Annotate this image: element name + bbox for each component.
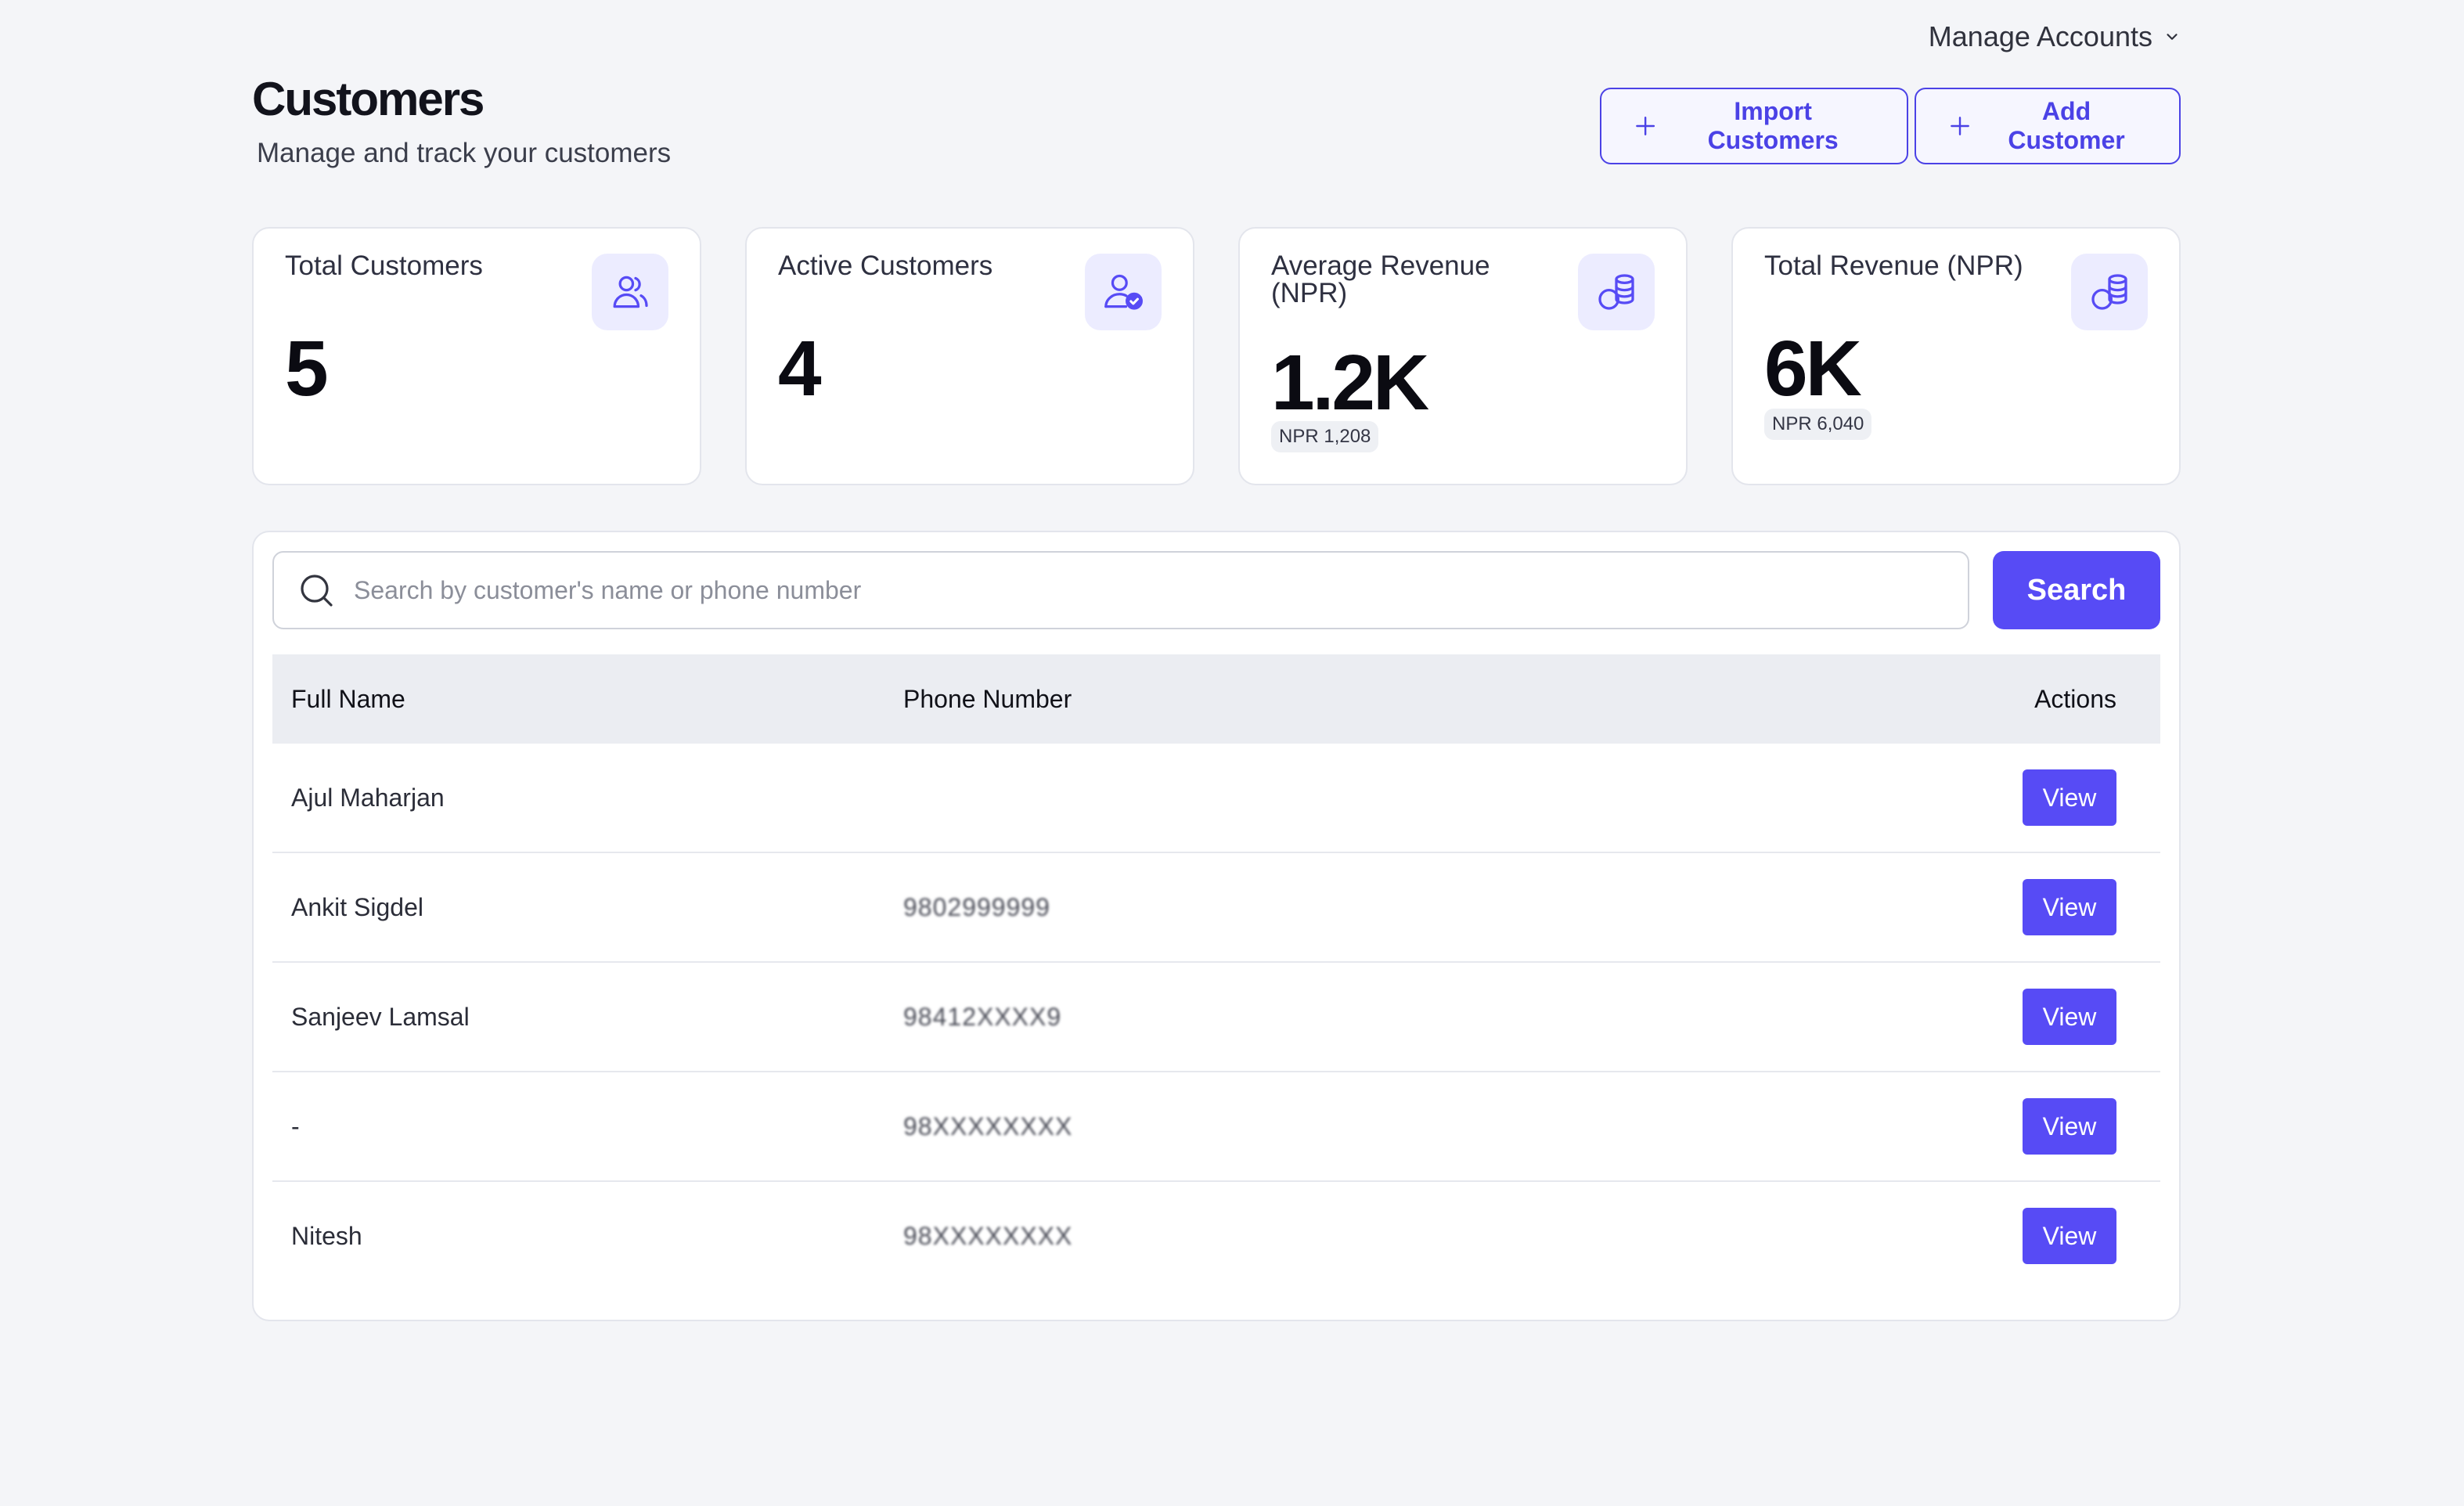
stat-sub-value: NPR 1,208 bbox=[1271, 421, 1379, 452]
stats-row: Total Customers 5 Active Customers 4 Ave… bbox=[252, 227, 2181, 485]
column-header-phone-number: Phone Number bbox=[903, 684, 1072, 713]
customer-phone: 9802999999 bbox=[903, 892, 1050, 921]
search-box bbox=[272, 551, 1969, 629]
stat-label: Total Customers bbox=[285, 250, 483, 281]
customer-phone: 98XXXXXXXX bbox=[903, 1111, 1073, 1140]
column-header-full-name: Full Name bbox=[291, 684, 405, 713]
users-icon bbox=[613, 276, 648, 308]
plus-icon bbox=[1951, 117, 1969, 135]
column-header-actions: Actions bbox=[2034, 684, 2116, 713]
manage-accounts-dropdown[interactable]: Manage Accounts bbox=[1929, 20, 2181, 53]
view-button[interactable]: View bbox=[2023, 1208, 2116, 1264]
stat-icon-box bbox=[1085, 254, 1162, 330]
stat-sub-value: NPR 6,040 bbox=[1764, 409, 1872, 440]
stat-value: 1.2K bbox=[1271, 339, 1429, 427]
chevron-down-icon bbox=[2167, 34, 2178, 40]
table-row: Nitesh 98XXXXXXXX View bbox=[272, 1182, 2160, 1290]
table-row: Ajul Maharjan View bbox=[272, 744, 2160, 853]
customer-name: Nitesh bbox=[291, 1221, 362, 1250]
stat-value: 5 bbox=[285, 325, 329, 413]
view-button[interactable]: View bbox=[2023, 989, 2116, 1045]
search-button[interactable]: Search bbox=[1993, 551, 2160, 629]
table-row: - 98XXXXXXXX View bbox=[272, 1072, 2160, 1182]
customer-name: Ankit Sigdel bbox=[291, 892, 423, 921]
table-row: Ankit Sigdel 9802999999 View bbox=[272, 853, 2160, 963]
view-button[interactable]: View bbox=[2023, 879, 2116, 935]
stat-value: 4 bbox=[778, 325, 822, 413]
stat-card-average-revenue: Average Revenue (NPR) 1.2K NPR 1,208 bbox=[1238, 227, 1688, 485]
stat-icon-box bbox=[1578, 254, 1655, 330]
stat-card-total-customers: Total Customers 5 bbox=[252, 227, 701, 485]
customer-phone: 98XXXXXXXX bbox=[903, 1221, 1073, 1250]
page-title: Customers bbox=[252, 73, 485, 125]
view-button[interactable]: View bbox=[2023, 769, 2116, 826]
customers-page: Manage Accounts Customers Manage and tra… bbox=[0, 0, 2464, 1506]
coins-icon bbox=[2091, 274, 2127, 310]
stat-label: Average Revenue (NPR) bbox=[1271, 250, 1490, 308]
stat-icon-box bbox=[592, 254, 668, 330]
add-customer-button[interactable]: Add Customer bbox=[1915, 88, 2181, 164]
stat-card-total-revenue: Total Revenue (NPR) 6K NPR 6,040 bbox=[1731, 227, 2181, 485]
import-customers-button[interactable]: Import Customers bbox=[1600, 88, 1908, 164]
customers-panel: Search Full Name Phone Number Actions Aj… bbox=[252, 531, 2181, 1321]
plus-icon bbox=[1636, 117, 1655, 135]
view-button[interactable]: View bbox=[2023, 1098, 2116, 1155]
table-header: Full Name Phone Number Actions bbox=[272, 654, 2160, 744]
search-icon bbox=[301, 575, 333, 607]
stat-icon-box bbox=[2071, 254, 2148, 330]
coins-icon bbox=[1598, 274, 1634, 310]
customer-phone: 98412XXXX9 bbox=[903, 1002, 1062, 1031]
customer-name: Ajul Maharjan bbox=[291, 783, 445, 812]
import-customers-label: Import Customers bbox=[1707, 97, 1839, 154]
customers-table: Full Name Phone Number Actions Ajul Maha… bbox=[272, 654, 2160, 1290]
table-row: Sanjeev Lamsal 98412XXXX9 View bbox=[272, 963, 2160, 1072]
header-actions: Import Customers Add Customer bbox=[1600, 88, 2181, 164]
add-customer-label: Add Customer bbox=[2008, 97, 2125, 154]
page-subtitle: Manage and track your customers bbox=[257, 138, 672, 168]
user-check-icon bbox=[1104, 274, 1143, 310]
customer-name: Sanjeev Lamsal bbox=[291, 1002, 470, 1031]
stat-value: 6K bbox=[1764, 325, 1862, 413]
manage-accounts-label: Manage Accounts bbox=[1928, 20, 2152, 52]
stat-label: Total Revenue (NPR) bbox=[1764, 250, 2023, 281]
stat-label: Active Customers bbox=[778, 250, 993, 281]
search-input[interactable] bbox=[352, 575, 1968, 606]
customer-name: - bbox=[291, 1111, 300, 1140]
stat-card-active-customers: Active Customers 4 bbox=[745, 227, 1194, 485]
